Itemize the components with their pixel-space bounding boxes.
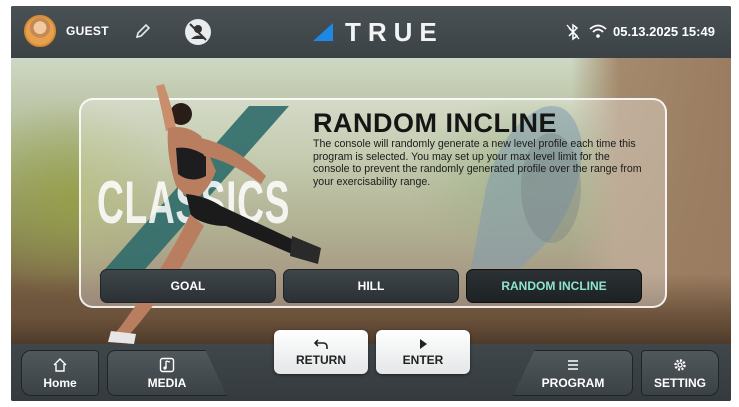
brand-logo: TRUE bbox=[311, 16, 444, 47]
bluetooth-off-icon bbox=[566, 23, 580, 41]
home-label: Home bbox=[43, 375, 77, 390]
brand-name: TRUE bbox=[345, 16, 444, 47]
program-description: The console will randomly generate a new… bbox=[313, 138, 642, 188]
list-icon bbox=[568, 359, 578, 370]
home-button[interactable]: Home bbox=[21, 350, 99, 396]
media-icon bbox=[159, 357, 175, 372]
mode-hill-button[interactable]: HILL bbox=[283, 269, 459, 303]
top-bar: GUEST TRUE 05.13.2025 15:49 bbox=[11, 6, 731, 58]
user-name[interactable]: GUEST bbox=[66, 24, 109, 38]
console-screen: GUEST TRUE 05.13.2025 15:49 RANDOM INCLI… bbox=[11, 6, 731, 401]
mode-random-incline-label: RANDOM INCLINE bbox=[501, 279, 607, 293]
pencil-icon[interactable] bbox=[134, 22, 152, 40]
mode-random-incline-button[interactable]: RANDOM INCLINE bbox=[466, 269, 642, 303]
logo-mark-icon bbox=[313, 23, 333, 41]
user-disabled-icon[interactable] bbox=[184, 18, 212, 46]
gear-icon bbox=[674, 358, 686, 371]
mode-goal-button[interactable]: GOAL bbox=[100, 269, 276, 303]
return-button[interactable]: RETURN bbox=[274, 330, 368, 374]
setting-label: SETTING bbox=[653, 375, 706, 390]
return-label: RETURN bbox=[296, 352, 346, 367]
runner-image bbox=[108, 84, 321, 344]
mode-goal-label: GOAL bbox=[170, 279, 206, 293]
mode-hill-label: HILL bbox=[357, 279, 385, 293]
setting-button[interactable]: SETTING bbox=[641, 350, 719, 396]
play-icon bbox=[420, 338, 427, 349]
return-arrow-icon bbox=[314, 338, 328, 349]
enter-button[interactable]: ENTER bbox=[376, 330, 470, 374]
home-icon bbox=[53, 357, 67, 372]
user-avatar[interactable] bbox=[24, 15, 56, 47]
date-time: 05.13.2025 15:49 bbox=[613, 24, 715, 39]
program-button[interactable]: PROGRAM bbox=[513, 350, 633, 396]
enter-label: ENTER bbox=[402, 352, 444, 367]
program-title: RANDOM INCLINE bbox=[313, 108, 557, 138]
media-button[interactable]: MEDIA bbox=[107, 350, 227, 396]
hero-background: CLASSICS RANDOM INCLINE The console will… bbox=[11, 58, 731, 344]
bottom-nav-bar: Home MEDIA PROGRAM SETTING bbox=[11, 344, 731, 401]
program-label: PROGRAM bbox=[541, 375, 605, 390]
wifi-icon bbox=[589, 24, 607, 38]
media-label: MEDIA bbox=[147, 375, 187, 390]
